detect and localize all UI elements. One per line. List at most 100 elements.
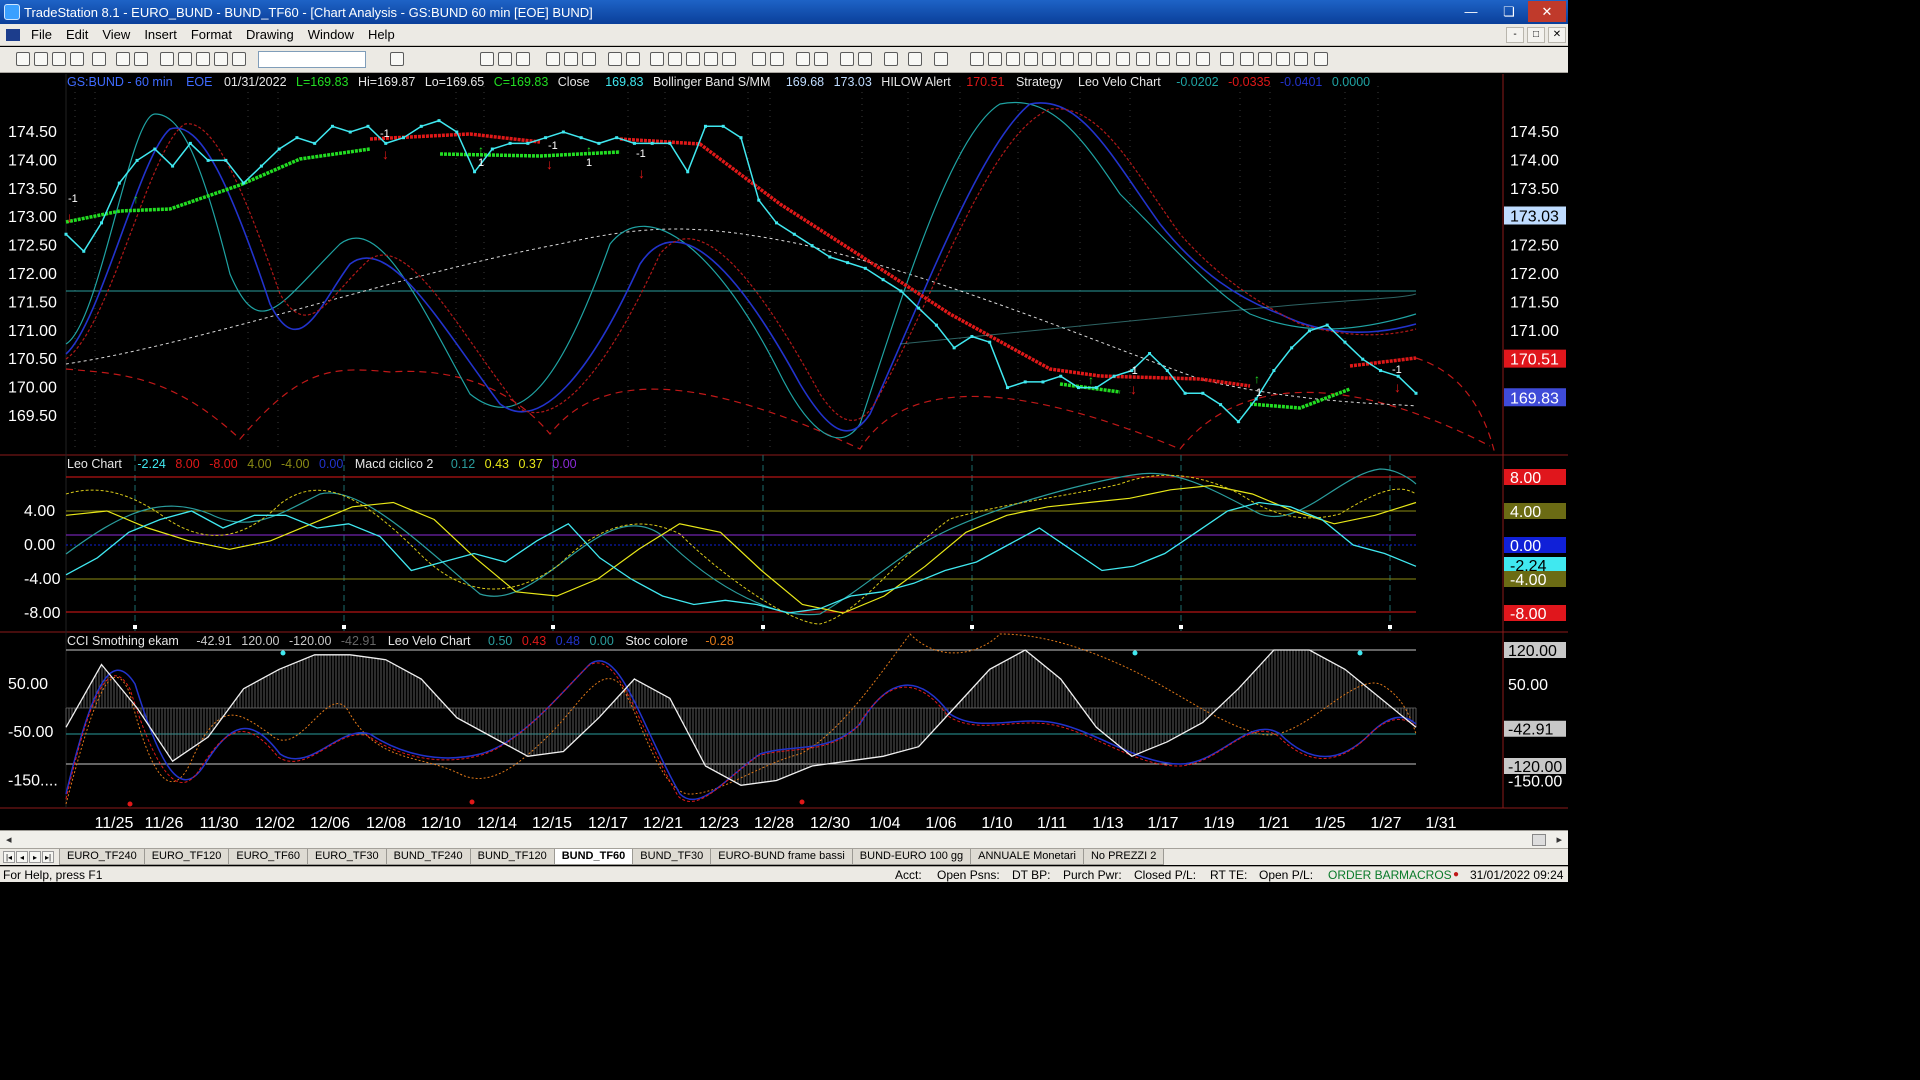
chart-area[interactable]: -1 ↓ ↑ -1 ↓ ↑ 1 -1 ↓ ↑ 1 -1 ↓ ↑ -1 ↓ ↑ 1… (0, 74, 1568, 830)
symbol-dropdown[interactable] (258, 51, 366, 68)
parallel-icon[interactable] (1156, 52, 1170, 66)
workspace-tab[interactable]: BUND_TF240 (385, 849, 471, 865)
pencil-icon[interactable] (1196, 52, 1210, 66)
price-badge: 173.03 (1504, 206, 1566, 225)
workspace-tab[interactable]: EURO_TF120 (143, 849, 230, 865)
status-macros[interactable]: MACROS (1399, 867, 1452, 883)
signal-label: -1 (1128, 365, 1138, 377)
workspace-tab[interactable]: BUND-EURO 100 gg (851, 849, 972, 865)
menu-format[interactable]: Format (184, 27, 239, 42)
horizontal-scrollbar[interactable]: ◂ ▸ (0, 830, 1568, 848)
save-icon[interactable] (52, 52, 66, 66)
printer-setup-icon[interactable] (134, 52, 148, 66)
scroll-thumb[interactable] (1532, 834, 1546, 846)
menu-drawing[interactable]: Drawing (239, 27, 301, 42)
mdi-close-button[interactable]: ✕ (1548, 27, 1566, 43)
mdi-restore-button[interactable]: □ (1527, 27, 1545, 43)
arc-icon[interactable] (1176, 52, 1190, 66)
pointer-icon[interactable] (840, 52, 854, 66)
workspace-tab[interactable]: No PREZZI 2 (1082, 849, 1165, 865)
down-arrow-icon[interactable] (1240, 52, 1254, 66)
tools-icon[interactable] (884, 52, 898, 66)
tab-prev-icon[interactable]: ◂ (16, 851, 28, 863)
print-icon[interactable] (116, 52, 130, 66)
renko-icon[interactable] (704, 52, 718, 66)
status-order-bar[interactable]: ORDER BAR (1328, 867, 1399, 883)
candle-icon[interactable] (626, 52, 640, 66)
restore-button[interactable]: ❏ (1490, 1, 1528, 22)
scroll-left-icon[interactable]: ◂ (6, 833, 12, 846)
print-preview-icon[interactable] (92, 52, 106, 66)
up-arrow-icon[interactable] (1258, 52, 1272, 66)
close-price-point (1059, 374, 1063, 378)
lock-icon[interactable] (196, 52, 210, 66)
tab-next-icon[interactable]: ▸ (29, 851, 41, 863)
gann-icon[interactable] (1042, 52, 1056, 66)
workspace-tab[interactable]: EURO-BUND frame bassi (710, 849, 853, 865)
curve-icon[interactable] (1220, 52, 1234, 66)
text-icon[interactable] (1314, 52, 1328, 66)
workspace-tab[interactable]: BUND_TF120 (469, 849, 555, 865)
tab-last-icon[interactable]: ▸| (42, 851, 54, 863)
rectangle-icon[interactable] (1294, 52, 1308, 66)
layout-icon[interactable] (178, 52, 192, 66)
fib-icon[interactable] (1024, 52, 1038, 66)
arrow-icon[interactable] (1136, 52, 1150, 66)
optionstation-icon[interactable] (546, 52, 560, 66)
workspace-tab[interactable]: BUND_TF60 (553, 849, 634, 865)
close-price-point (952, 346, 956, 350)
workspace-tab[interactable]: EURO_TF60 (228, 849, 308, 865)
menu-help[interactable]: Help (361, 27, 402, 42)
save-all-icon[interactable] (70, 52, 84, 66)
minimize-button[interactable]: — (1452, 1, 1490, 22)
workspace-tab[interactable]: EURO_TF240 (59, 849, 145, 865)
news-icon[interactable] (582, 52, 596, 66)
chart-doc-icon[interactable] (6, 28, 20, 41)
close-button[interactable]: ✕ (1528, 1, 1566, 22)
new-icon[interactable] (16, 52, 30, 66)
scroll-right-icon[interactable]: ▸ (1556, 833, 1562, 846)
regression-icon[interactable] (1096, 52, 1110, 66)
matrix-icon[interactable] (516, 52, 530, 66)
workspace-tab[interactable]: EURO_TF30 (306, 849, 387, 865)
lookup-icon[interactable] (390, 52, 404, 66)
pitchfork-icon[interactable] (1078, 52, 1092, 66)
menu-edit[interactable]: Edit (59, 27, 95, 42)
radar-icon[interactable] (498, 52, 512, 66)
data-tips-icon[interactable] (858, 52, 872, 66)
zoom-out-icon[interactable] (814, 52, 828, 66)
globe-icon[interactable] (232, 52, 246, 66)
scanner-icon[interactable] (564, 52, 578, 66)
format-icon[interactable] (908, 52, 922, 66)
ellipse-icon[interactable] (1276, 52, 1290, 66)
menu-file[interactable]: File (24, 27, 59, 42)
tab-first-icon[interactable]: |◂ (3, 851, 15, 863)
zoom-in-icon[interactable] (796, 52, 810, 66)
close-price-point (917, 306, 921, 310)
cut-icon[interactable] (214, 52, 228, 66)
vline-icon[interactable] (1006, 52, 1020, 66)
bar-chart-icon[interactable] (608, 52, 622, 66)
close-price-point (330, 124, 334, 128)
trendline-icon[interactable] (970, 52, 984, 66)
open-icon[interactable] (34, 52, 48, 66)
channel-icon[interactable] (1060, 52, 1074, 66)
line-chart-icon[interactable] (650, 52, 664, 66)
shift-left-icon[interactable] (752, 52, 766, 66)
bars-icon[interactable] (722, 52, 736, 66)
properties-icon[interactable] (934, 52, 948, 66)
hline-icon[interactable] (988, 52, 1002, 66)
point-figure-icon[interactable] (668, 52, 682, 66)
shift-right-icon[interactable] (770, 52, 784, 66)
chart-canvas[interactable]: -1 ↓ ↑ -1 ↓ ↑ 1 -1 ↓ ↑ 1 -1 ↓ ↑ -1 ↓ ↑ 1… (0, 74, 1568, 830)
menu-view[interactable]: View (95, 27, 137, 42)
workspace-tab[interactable]: BUND_TF30 (632, 849, 712, 865)
workspace-icon[interactable] (160, 52, 174, 66)
workspace-tab[interactable]: ANNUALE Monetari (970, 849, 1084, 865)
menu-insert[interactable]: Insert (137, 27, 184, 42)
chart-icon[interactable] (480, 52, 494, 66)
kagi-icon[interactable] (686, 52, 700, 66)
menu-window[interactable]: Window (301, 27, 361, 42)
angle-icon[interactable] (1116, 52, 1130, 66)
mdi-minimize-button[interactable]: - (1506, 27, 1524, 43)
